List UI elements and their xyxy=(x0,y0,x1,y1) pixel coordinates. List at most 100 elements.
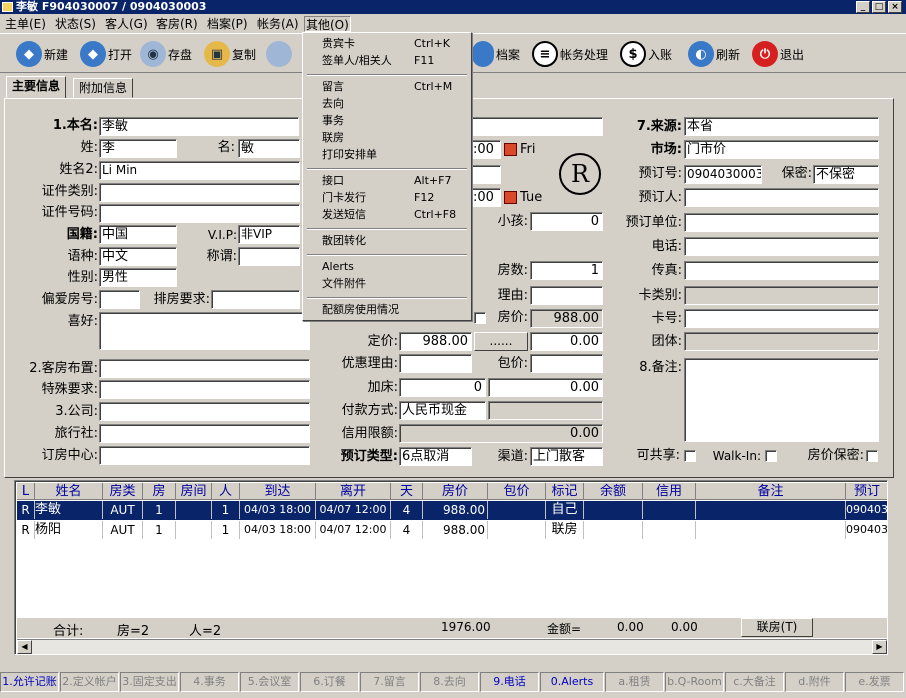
column-header[interactable]: 人 xyxy=(212,483,240,500)
hobby-field[interactable] xyxy=(99,312,310,350)
tab-main-info[interactable]: 主要信息 xyxy=(6,76,67,99)
extra-bed-field[interactable]: 0 xyxy=(399,378,486,397)
menu-alerts[interactable]: Alerts xyxy=(304,259,470,275)
market-field[interactable]: 门市价 xyxy=(684,140,879,159)
reason-field[interactable] xyxy=(530,286,603,305)
column-header[interactable]: 房价 xyxy=(423,483,488,500)
channel-field[interactable]: 上门散客 xyxy=(530,447,603,466)
menu-vip-card[interactable]: 贵宾卡 Ctrl+K xyxy=(304,36,470,52)
id-type-field[interactable] xyxy=(99,183,300,202)
menu-attachments[interactable]: 文件附件 xyxy=(304,276,470,292)
shortcut-fixed-expense[interactable]: 3.固定支出 xyxy=(120,672,179,692)
copy-button[interactable]: ▣ 复制 xyxy=(204,40,256,68)
shortcut-dining[interactable]: 6.订餐 xyxy=(300,672,359,692)
column-header[interactable]: 房 xyxy=(143,483,176,500)
arrival-time-field[interactable]: :00 xyxy=(470,140,501,159)
memo-field[interactable] xyxy=(684,358,879,442)
table-row[interactable]: R 杨阳 AUT 1 1 04/03 18:00 04/07 12:00 4 9… xyxy=(17,521,887,540)
fax-field[interactable] xyxy=(684,261,879,280)
children-field[interactable]: 0 xyxy=(530,212,603,231)
scroll-left-arrow-icon[interactable]: ◀ xyxy=(17,640,32,654)
shortcut-allow-charge[interactable]: 1.允许记账 xyxy=(0,672,59,692)
calendar-icon[interactable] xyxy=(504,143,517,156)
accounting-button[interactable]: ≡ 帐务处理 xyxy=(532,40,608,68)
column-header[interactable]: 余额 xyxy=(584,483,643,500)
shortcut-phone[interactable]: 9.电话 xyxy=(480,672,539,692)
calendar-icon[interactable] xyxy=(504,191,517,204)
horizontal-scrollbar[interactable]: ◀ ▶ xyxy=(17,639,887,654)
column-header[interactable]: 天 xyxy=(391,483,423,500)
menu-send-sms[interactable]: 发送短信 Ctrl+F8 xyxy=(304,207,470,223)
walk-in-checkbox[interactable] xyxy=(765,450,777,462)
name-field[interactable]: 李敏 xyxy=(99,117,299,136)
minimize-button[interactable]: _ xyxy=(856,1,870,13)
fav-room-field[interactable] xyxy=(99,290,140,309)
nationality-field[interactable]: 中国 xyxy=(99,225,177,244)
column-header[interactable]: 离开 xyxy=(316,483,391,500)
shortcut-big-memo[interactable]: c.大备注 xyxy=(725,672,784,692)
menu-linked-rooms[interactable]: 联房 xyxy=(304,130,470,146)
booking-center-field[interactable] xyxy=(99,446,310,465)
menu-print-schedule[interactable]: 打印安排单 xyxy=(304,147,470,163)
phone-field[interactable] xyxy=(684,237,879,256)
room-price-field[interactable]: 988.00 xyxy=(530,309,603,328)
id-no-field[interactable] xyxy=(99,204,300,223)
column-header[interactable]: 姓名 xyxy=(35,483,103,500)
column-header[interactable]: 预订 xyxy=(846,483,887,500)
room-req-field[interactable] xyxy=(211,290,300,309)
column-header[interactable]: 备注 xyxy=(696,483,846,500)
given-name-field[interactable]: 敏 xyxy=(238,139,300,158)
save-button[interactable]: ◉ 存盘 xyxy=(140,40,192,68)
surname-field[interactable]: 李 xyxy=(99,139,177,158)
language-field[interactable]: 中文 xyxy=(99,247,177,266)
shortcut-message[interactable]: 7.留言 xyxy=(360,672,419,692)
column-header[interactable]: 到达 xyxy=(240,483,316,500)
toolbar-hidden-button[interactable] xyxy=(266,40,294,68)
maximize-button[interactable]: □ xyxy=(872,1,886,13)
booker-field[interactable] xyxy=(684,188,879,207)
special-req-field[interactable] xyxy=(99,380,310,399)
room-layout-field[interactable] xyxy=(99,359,310,378)
price-dots-button[interactable]: ...... xyxy=(474,332,528,351)
departure-time-field[interactable]: :00 xyxy=(470,188,501,207)
menu-quota-usage[interactable]: 配额房使用情况 xyxy=(304,302,470,318)
shortcut-attachment[interactable]: d.附件 xyxy=(785,672,844,692)
shortcut-meeting-room[interactable]: 5.会议室 xyxy=(240,672,299,692)
sex-field[interactable]: 男性 xyxy=(99,268,177,287)
shortcut-alerts[interactable]: 0.Alerts xyxy=(540,672,604,692)
res-type-field[interactable]: 6点取消 xyxy=(399,447,472,466)
confidential-field[interactable]: 不保密 xyxy=(813,165,879,184)
price-confidential-checkbox[interactable] xyxy=(866,450,878,462)
menu-signer[interactable]: 签单人/相关人 F11 xyxy=(304,53,470,69)
menu-archive[interactable]: 档案(P) xyxy=(206,16,249,32)
mid-top-field[interactable] xyxy=(470,117,603,136)
menu-room[interactable]: 客房(R) xyxy=(155,16,199,32)
price-checkbox[interactable] xyxy=(474,312,486,324)
shortcut-q-room[interactable]: b.Q-Room xyxy=(665,672,724,692)
fixed-price2-field[interactable]: 0.00 xyxy=(530,332,603,351)
column-header[interactable]: L xyxy=(17,483,35,500)
menu-interface[interactable]: 接口 Alt+F7 xyxy=(304,173,470,189)
payment-field[interactable]: 人民币现金 xyxy=(399,401,486,420)
menu-guest[interactable]: 客人(G) xyxy=(104,16,149,32)
column-header[interactable]: 房类 xyxy=(103,483,143,500)
discount-field[interactable] xyxy=(399,354,472,373)
open-button[interactable]: ◆ 打开 xyxy=(80,40,132,68)
column-header[interactable]: 包价 xyxy=(488,483,546,500)
shortcut-whereabouts[interactable]: 8.去向 xyxy=(420,672,479,692)
menu-other[interactable]: 其他(O) xyxy=(304,16,351,32)
archive-button[interactable]: 档案 xyxy=(472,40,520,68)
menu-main[interactable]: 主单(E) xyxy=(4,16,47,32)
link-rooms-button[interactable]: 联房(T) xyxy=(741,618,813,637)
menu-issue-key-card[interactable]: 门卡发行 F12 xyxy=(304,190,470,206)
shortcut-invoice[interactable]: e.发票 xyxy=(845,672,904,692)
extra-bed-amount-field[interactable]: 0.00 xyxy=(488,378,603,397)
table-row[interactable]: R 李敏 AUT 1 1 04/03 18:00 04/07 12:00 4 9… xyxy=(17,501,887,520)
shareable-checkbox[interactable] xyxy=(684,450,696,462)
refresh-button[interactable]: ◐ 刷新 xyxy=(688,40,740,68)
fixed-price-field[interactable]: 988.00 xyxy=(399,332,472,351)
booking-unit-field[interactable] xyxy=(684,213,879,232)
company-field[interactable] xyxy=(99,402,310,421)
card-no-field[interactable] xyxy=(684,309,879,328)
menu-group-convert[interactable]: 散团转化 xyxy=(304,233,470,249)
